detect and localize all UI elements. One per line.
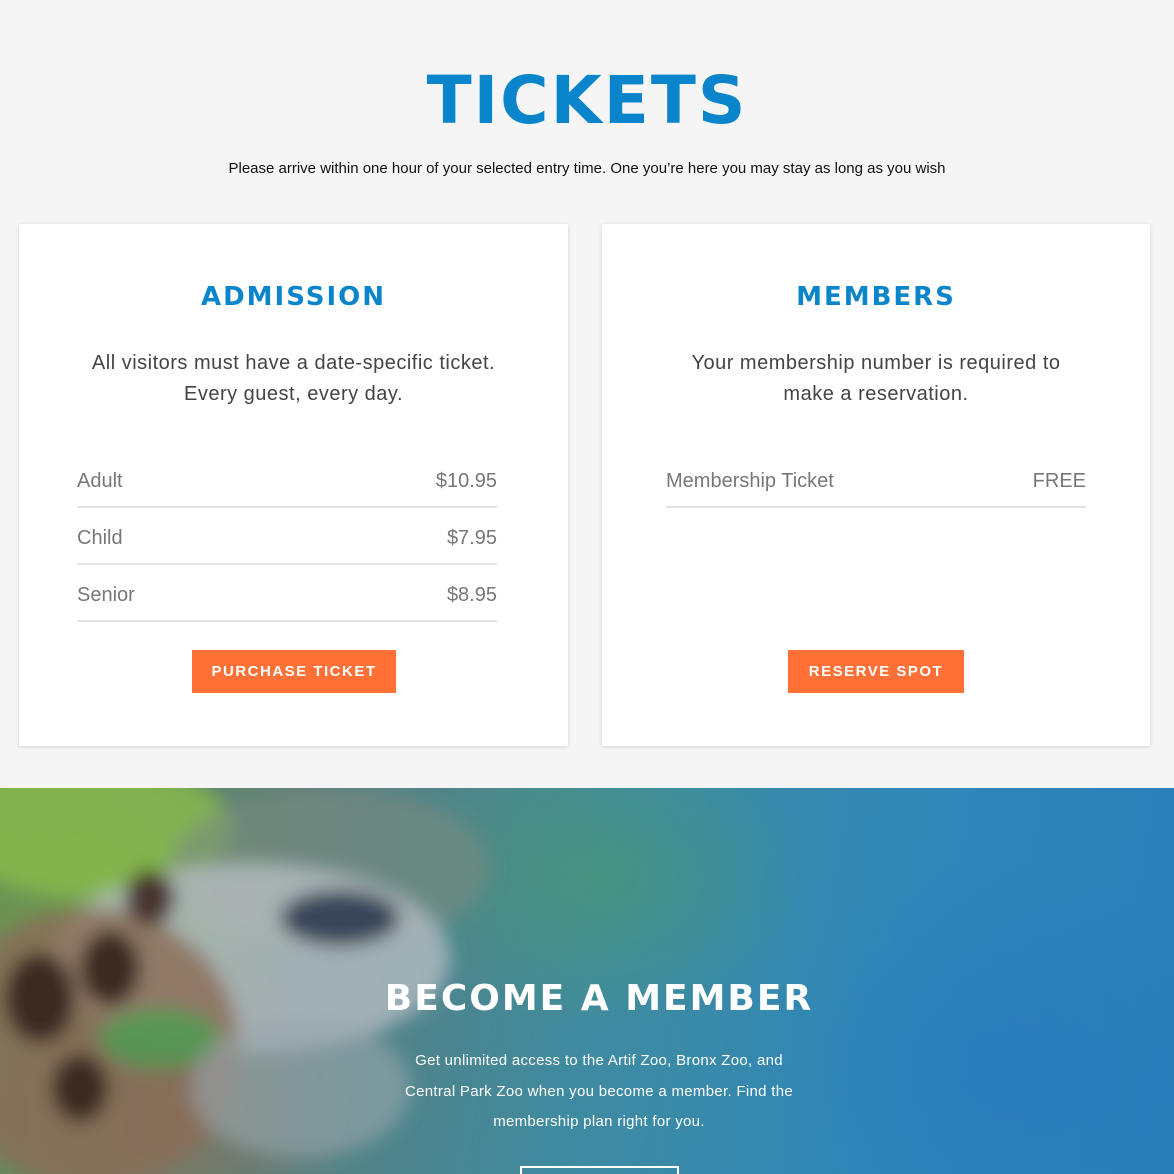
- price-row-senior: Senior $8.95: [77, 565, 497, 622]
- tickets-section: TICKETS Please arrive within one hour of…: [0, 0, 1174, 788]
- become-member-button[interactable]: [520, 1166, 679, 1174]
- members-card: MEMBERS Your membership number is requir…: [602, 224, 1150, 746]
- become-member-section: BECOME A MEMBER Get unlimited access to …: [0, 788, 1174, 1174]
- reserve-spot-button[interactable]: RESERVE SPOT: [788, 650, 964, 693]
- price-row-adult: Adult $10.95: [77, 456, 497, 508]
- admission-price-list: Adult $10.95 Child $7.95 Senior $8.95: [77, 456, 497, 622]
- price-row-membership: Membership Ticket FREE: [666, 456, 1086, 508]
- admission-description: All visitors must have a date-specific t…: [91, 352, 496, 405]
- members-title: MEMBERS: [796, 282, 956, 312]
- become-member-title: BECOME A MEMBER: [384, 978, 814, 1019]
- price-label: Senior: [77, 584, 135, 606]
- admission-card: ADMISSION All visitors must have a date-…: [19, 224, 568, 746]
- admission-title: ADMISSION: [200, 282, 387, 312]
- tickets-title: TICKETS: [426, 62, 748, 139]
- price-row-child: Child $7.95: [77, 508, 497, 565]
- members-description: Your membership number is required to ma…: [691, 352, 1061, 405]
- price-label: Membership Ticket: [666, 470, 834, 492]
- price-label: Adult: [77, 470, 123, 492]
- price-value: $10.95: [435, 470, 497, 492]
- price-label: Child: [77, 527, 123, 549]
- price-value: FREE: [1032, 470, 1086, 492]
- price-value: $7.95: [446, 527, 497, 549]
- purchase-ticket-button[interactable]: PURCHASE TICKET: [192, 650, 396, 693]
- members-price-list: Membership Ticket FREE: [666, 456, 1086, 508]
- become-member-text: Get unlimited access to the Artif Zoo, B…: [405, 1052, 793, 1130]
- tickets-subtitle: Please arrive within one hour of your se…: [228, 160, 946, 177]
- price-value: $8.95: [446, 584, 497, 606]
